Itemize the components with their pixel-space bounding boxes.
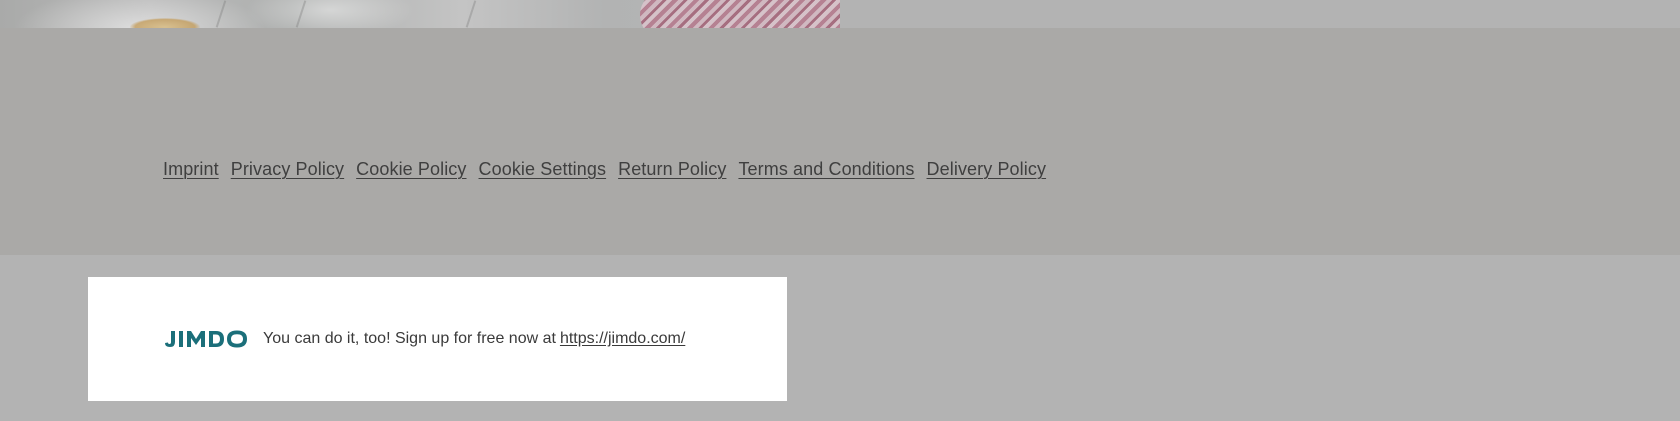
jimdo-banner-row: JIMDO You can do it, too! Sign up for fr… [163, 329, 685, 349]
footer-link-delivery-policy[interactable]: Delivery Policy [927, 159, 1047, 180]
marble-vein [465, 0, 477, 28]
footer-link-terms-and-conditions[interactable]: Terms and Conditions [738, 159, 914, 180]
jimdo-banner-message: You can do it, too! Sign up for free now… [263, 330, 556, 347]
jimdo-signup-link[interactable]: https://jimdo.com/ [560, 330, 685, 348]
footer-link-return-policy[interactable]: Return Policy [618, 159, 726, 180]
page: Imprint Privacy Policy Cookie Policy Coo… [0, 0, 1680, 421]
footer: Imprint Privacy Policy Cookie Policy Coo… [0, 28, 1680, 255]
footer-link-cookie-policy[interactable]: Cookie Policy [356, 159, 466, 180]
marble-vein [215, 0, 227, 28]
jimdo-logo[interactable]: JIMDO [163, 329, 251, 349]
footer-legal-links: Imprint Privacy Policy Cookie Policy Coo… [163, 154, 1058, 184]
jimdo-signup-banner: JIMDO You can do it, too! Sign up for fr… [88, 277, 787, 401]
hero-food-detail [130, 18, 200, 28]
footer-link-imprint[interactable]: Imprint [163, 159, 219, 180]
hero-image [0, 0, 840, 28]
hero-towel-detail [640, 0, 840, 28]
footer-link-privacy-policy[interactable]: Privacy Policy [231, 159, 344, 180]
jimdo-logo-icon [165, 330, 247, 348]
marble-vein [295, 0, 307, 28]
footer-link-cookie-settings[interactable]: Cookie Settings [479, 159, 607, 180]
